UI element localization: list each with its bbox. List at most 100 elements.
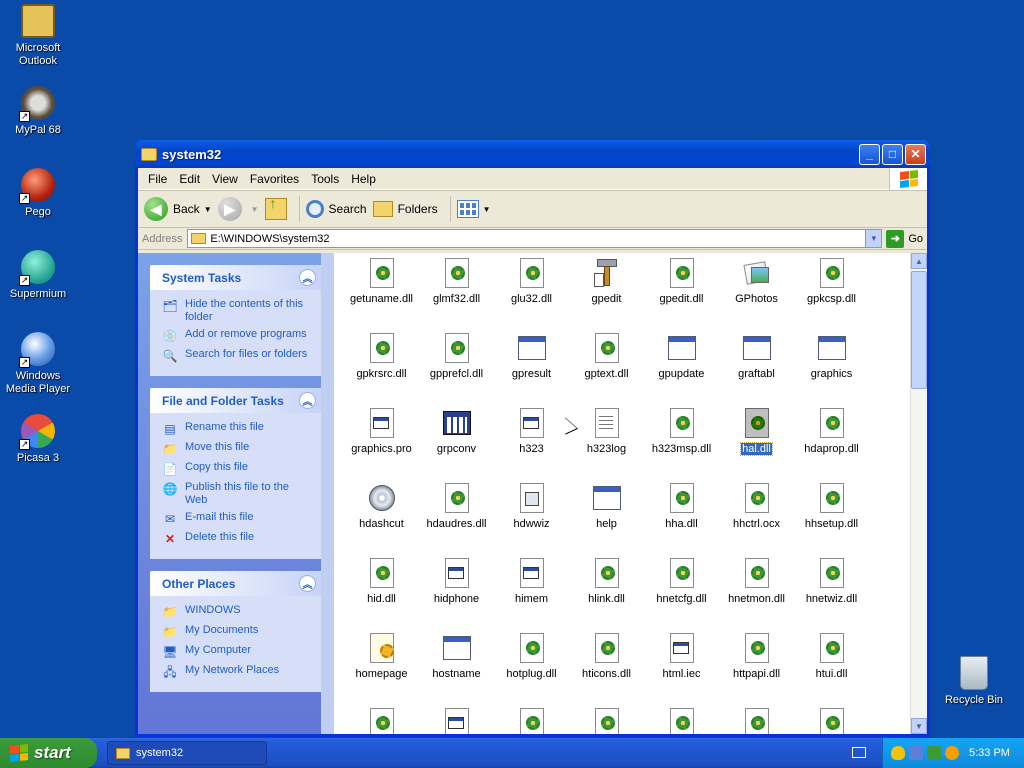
back-dropdown-icon[interactable]: ▼: [204, 205, 212, 214]
task-delete[interactable]: ✕ Delete this file: [162, 531, 314, 547]
menu-view[interactable]: View: [206, 172, 244, 186]
place-my-computer[interactable]: 🖥 My Computer: [162, 644, 314, 660]
place-my-documents[interactable]: 📁 My Documents: [162, 624, 314, 640]
file-item[interactable]: gptext.dll: [569, 332, 644, 407]
minimize-button[interactable]: _: [859, 143, 880, 165]
file-item[interactable]: help: [569, 482, 644, 557]
back-button[interactable]: ◀ Back ▼: [144, 197, 212, 221]
file-item[interactable]: glmf32.dll: [419, 257, 494, 332]
file-item[interactable]: graphics.pro: [344, 407, 419, 482]
file-item[interactable]: httpapi.dll: [719, 632, 794, 707]
file-item[interactable]: [494, 707, 569, 734]
file-item[interactable]: [569, 707, 644, 734]
scroll-up-button[interactable]: ▲: [911, 253, 927, 269]
file-item[interactable]: htui.dll: [794, 632, 869, 707]
file-item[interactable]: [344, 707, 419, 734]
file-item[interactable]: gpupdate: [644, 332, 719, 407]
other-places-header[interactable]: Other Places ︽: [150, 571, 322, 596]
menu-file[interactable]: File: [142, 172, 173, 186]
menu-favorites[interactable]: Favorites: [244, 172, 305, 186]
file-item[interactable]: hdaprop.dll: [794, 407, 869, 482]
desktop-icon-outlook[interactable]: Microsoft Outlook: [0, 4, 76, 68]
file-tasks-header[interactable]: File and Folder Tasks ︽: [150, 388, 322, 413]
go-button[interactable]: ➜ Go: [886, 229, 923, 248]
file-item[interactable]: gpedit: [569, 257, 644, 332]
file-item[interactable]: gpkrsrc.dll: [344, 332, 419, 407]
task-search-files[interactable]: 🔍 Search for files or folders: [162, 348, 314, 364]
file-item[interactable]: graphics: [794, 332, 869, 407]
collapse-chevron-icon[interactable]: ︽: [299, 575, 316, 592]
forward-dropdown-icon[interactable]: ▼: [251, 205, 259, 214]
title-bar[interactable]: system32 _ □ ✕: [135, 140, 930, 168]
file-item[interactable]: hnetcfg.dll: [644, 557, 719, 632]
clock[interactable]: 5:33 PM: [969, 747, 1010, 759]
file-item[interactable]: hid.dll: [344, 557, 419, 632]
file-item[interactable]: grpconv: [419, 407, 494, 482]
file-item[interactable]: getuname.dll: [344, 257, 419, 332]
file-item[interactable]: hidphone: [419, 557, 494, 632]
scroll-down-button[interactable]: ▼: [911, 718, 927, 734]
update-icon[interactable]: [927, 746, 941, 760]
file-item[interactable]: hostname: [419, 632, 494, 707]
menu-tools[interactable]: Tools: [305, 172, 345, 186]
maximize-button[interactable]: □: [882, 143, 903, 165]
file-item[interactable]: gpkcsp.dll: [794, 257, 869, 332]
file-item[interactable]: hdashcut: [344, 482, 419, 557]
file-item[interactable]: hticons.dll: [569, 632, 644, 707]
file-item[interactable]: hlink.dll: [569, 557, 644, 632]
views-dropdown-icon[interactable]: ▼: [483, 205, 491, 214]
task-publish[interactable]: 🌐 Publish this file to the Web: [162, 481, 314, 507]
desktop-icon-media-player[interactable]: ↗ Windows Media Player: [0, 332, 76, 396]
file-item[interactable]: hdaudres.dll: [419, 482, 494, 557]
menu-edit[interactable]: Edit: [173, 172, 206, 186]
collapse-chevron-icon[interactable]: ︽: [299, 392, 316, 409]
file-item[interactable]: [644, 707, 719, 734]
task-pane-scrollbar[interactable]: [321, 253, 334, 734]
file-item[interactable]: glu32.dll: [494, 257, 569, 332]
security-shield-icon[interactable]: [891, 746, 905, 760]
task-hide-contents[interactable]: 🗂 Hide the contents of this folder: [162, 298, 314, 324]
address-field[interactable]: E:\WINDOWS\system32 ▼: [187, 229, 883, 248]
file-item[interactable]: [419, 707, 494, 734]
task-copy[interactable]: 📄 Copy this file: [162, 461, 314, 477]
file-item[interactable]: [794, 707, 869, 734]
file-item[interactable]: hnetwiz.dll: [794, 557, 869, 632]
file-item[interactable]: GPhotos: [719, 257, 794, 332]
taskbar-item-system32[interactable]: system32: [107, 741, 267, 765]
file-item[interactable]: hnetmon.dll: [719, 557, 794, 632]
file-item[interactable]: hdwwiz: [494, 482, 569, 557]
vertical-scrollbar[interactable]: ▲ ▼: [910, 253, 927, 734]
task-rename[interactable]: ▤ Rename this file: [162, 421, 314, 437]
task-move[interactable]: 📁 Move this file: [162, 441, 314, 457]
network-icon[interactable]: [909, 746, 923, 760]
file-item[interactable]: graftabl: [719, 332, 794, 407]
file-item[interactable]: hhsetup.dll: [794, 482, 869, 557]
file-item[interactable]: hal.dll: [719, 407, 794, 482]
desktop-icon-mypal[interactable]: ↗ MyPal 68: [0, 86, 76, 137]
forward-button[interactable]: ▶ ▼: [217, 197, 259, 221]
file-item[interactable]: hha.dll: [644, 482, 719, 557]
file-item[interactable]: gpprefcl.dll: [419, 332, 494, 407]
scroll-thumb[interactable]: [911, 271, 927, 389]
folders-button[interactable]: Folders: [372, 201, 438, 217]
desktop-icon-supermium[interactable]: ↗ Supermium: [0, 250, 76, 301]
close-button[interactable]: ✕: [905, 143, 926, 165]
search-tray-icon[interactable]: [945, 746, 959, 760]
place-windows[interactable]: 📁 WINDOWS: [162, 604, 314, 620]
start-button[interactable]: start: [0, 738, 97, 768]
task-add-remove-programs[interactable]: 💿 Add or remove programs: [162, 328, 314, 344]
file-item[interactable]: himem: [494, 557, 569, 632]
keyboard-icon[interactable]: [852, 747, 866, 758]
address-dropdown-icon[interactable]: ▼: [865, 230, 882, 247]
menu-help[interactable]: Help: [345, 172, 382, 186]
views-button[interactable]: ▼: [456, 200, 491, 218]
task-email[interactable]: ✉ E-mail this file: [162, 511, 314, 527]
file-item[interactable]: homepage: [344, 632, 419, 707]
search-button[interactable]: Search: [305, 200, 367, 218]
file-item[interactable]: h323log: [569, 407, 644, 482]
system-tasks-header[interactable]: System Tasks ︽: [150, 265, 322, 290]
desktop-icon-recycle-bin[interactable]: Recycle Bin: [936, 656, 1012, 707]
file-item[interactable]: h323msp.dll: [644, 407, 719, 482]
up-folder-button[interactable]: ↑: [264, 195, 287, 220]
file-item[interactable]: gpresult: [494, 332, 569, 407]
